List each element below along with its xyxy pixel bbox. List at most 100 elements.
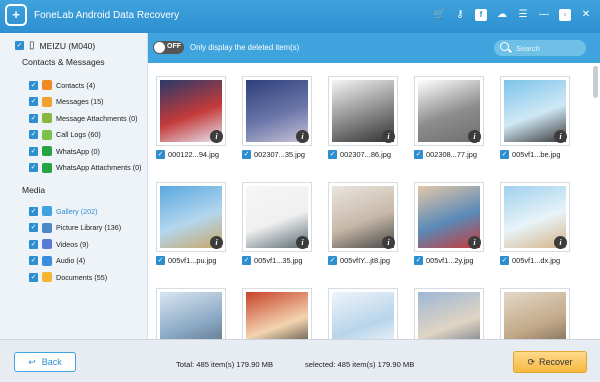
sidebar-item-checkbox[interactable]: ✓ — [29, 146, 38, 156]
file-thumbnail[interactable]: i — [156, 182, 226, 252]
sidebar-item-label: Documents (55) — [56, 272, 108, 282]
file-card[interactable] — [414, 288, 484, 339]
sidebar-item[interactable]: ✓ Audio (4) — [29, 255, 85, 267]
sidebar-item-checkbox[interactable]: ✓ — [29, 272, 38, 282]
restore-icon[interactable]: ▫ — [559, 9, 571, 21]
file-card[interactable]: i ✓ 005vf1...dx.jpg — [500, 182, 570, 265]
minimize-icon[interactable]: — — [538, 9, 550, 21]
file-checkbox[interactable]: ✓ — [500, 256, 509, 265]
sidebar-item[interactable]: ✓ Messages (15) — [29, 96, 104, 108]
toggle-label: OFF — [167, 43, 181, 50]
file-card[interactable]: i ✓ 005vf1...35.jpg — [242, 182, 312, 265]
sidebar-item[interactable]: ✓ Call Logs (60) — [29, 129, 101, 141]
deleted-only-toggle[interactable]: OFF — [153, 41, 184, 54]
file-card[interactable] — [242, 288, 312, 339]
file-checkbox[interactable]: ✓ — [156, 150, 165, 159]
file-thumbnail[interactable]: i — [328, 182, 398, 252]
file-checkbox[interactable]: ✓ — [500, 150, 509, 159]
file-thumbnail[interactable] — [328, 288, 398, 339]
key-icon[interactable]: ⚷ — [454, 9, 466, 21]
chat-icon[interactable]: ☁ — [496, 9, 508, 21]
info-icon[interactable]: i — [554, 130, 567, 143]
sidebar-item[interactable]: ✓ Contacts (4) — [29, 79, 95, 91]
file-thumbnail[interactable]: i — [242, 182, 312, 252]
sidebar-item-checkbox[interactable]: ✓ — [29, 80, 38, 90]
sidebar-item-checkbox[interactable]: ✓ — [29, 163, 38, 172]
file-name: 005vf1...2y.jpg — [426, 256, 474, 265]
file-thumbnail[interactable]: i — [156, 76, 226, 146]
info-icon[interactable]: i — [296, 130, 309, 143]
search-placeholder: Search — [516, 44, 540, 53]
file-card[interactable] — [328, 288, 398, 339]
file-card[interactable]: i ✓ 002307...86.jpg — [328, 76, 398, 159]
sidebar-item[interactable]: ✓ Picture Library (136) — [29, 222, 121, 234]
sidebar-item-checkbox[interactable]: ✓ — [29, 223, 38, 232]
messages-icon — [42, 96, 52, 107]
file-checkbox[interactable]: ✓ — [414, 256, 423, 265]
cart-icon[interactable]: 🛒 — [433, 9, 445, 21]
toggle-knob — [154, 42, 165, 53]
file-thumbnail[interactable] — [500, 288, 570, 339]
file-thumbnail[interactable]: i — [414, 182, 484, 252]
file-thumbnail[interactable]: i — [414, 76, 484, 146]
info-icon[interactable]: i — [210, 130, 223, 143]
info-icon[interactable]: i — [468, 236, 481, 249]
sidebar-item[interactable]: ✓ Videos (9) — [29, 238, 89, 250]
sidebar-item[interactable]: ✓ Documents (55) — [29, 271, 107, 283]
sidebar-item[interactable]: ✓ WhatsApp Attachments (0) — [29, 162, 142, 174]
info-icon[interactable]: i — [382, 236, 395, 249]
sidebar-item[interactable]: ✓ Gallery (202) — [29, 205, 98, 217]
info-icon[interactable]: i — [554, 236, 567, 249]
file-card[interactable]: i ✓ 002307...35.jpg — [242, 76, 312, 159]
facebook-icon[interactable]: f — [475, 9, 487, 21]
file-thumbnail[interactable]: i — [500, 76, 570, 146]
device-row[interactable]: ✓ ▯ MEIZU (M040) — [15, 40, 95, 51]
file-thumbnail[interactable]: i — [242, 76, 312, 146]
file-checkbox[interactable]: ✓ — [328, 256, 337, 265]
file-thumbnail[interactable]: i — [500, 182, 570, 252]
info-icon[interactable]: i — [468, 130, 481, 143]
file-thumbnail[interactable]: i — [328, 76, 398, 146]
sidebar-item-checkbox[interactable]: ✓ — [29, 97, 38, 106]
device-checkbox[interactable]: ✓ — [15, 41, 24, 50]
sidebar-item-label: Message Attachments (0) — [56, 113, 138, 123]
sidebar-item-checkbox[interactable]: ✓ — [29, 130, 38, 139]
sidebar-item[interactable]: ✓ WhatsApp (0) — [29, 145, 100, 157]
sidebar-item[interactable]: ✓ Message Attachments (0) — [29, 112, 138, 124]
file-checkbox[interactable]: ✓ — [242, 150, 251, 159]
file-card[interactable]: i ✓ 005vf1...pu.jpg — [156, 182, 226, 265]
sidebar-item-label: Call Logs (60) — [56, 130, 101, 139]
file-card[interactable]: i ✓ 000122...94.jpg — [156, 76, 226, 159]
file-card[interactable] — [500, 288, 570, 339]
scrollbar[interactable] — [593, 66, 598, 98]
file-checkbox[interactable]: ✓ — [414, 150, 423, 159]
photo-preview — [504, 292, 566, 339]
file-thumbnail[interactable] — [156, 288, 226, 339]
file-card[interactable] — [156, 288, 226, 339]
sidebar-item-checkbox[interactable]: ✓ — [29, 206, 38, 216]
sidebar-item-checkbox[interactable]: ✓ — [29, 239, 38, 249]
file-thumbnail[interactable] — [242, 288, 312, 339]
file-card[interactable]: i ✓ 005vfIY...jt8.jpg — [328, 182, 398, 265]
search-input[interactable]: Search — [494, 40, 586, 56]
sidebar-item-checkbox[interactable]: ✓ — [29, 113, 38, 123]
file-thumbnail[interactable] — [414, 288, 484, 339]
file-card[interactable]: i ✓ 005vf1...2y.jpg — [414, 182, 484, 265]
info-icon[interactable]: i — [296, 236, 309, 249]
recover-label: Recover — [539, 357, 573, 367]
recover-button[interactable]: ⟳ Recover — [513, 351, 587, 373]
file-card[interactable]: i ✓ 002308...77.jpg — [414, 76, 484, 159]
photo-preview — [246, 292, 308, 339]
info-icon[interactable]: i — [382, 130, 395, 143]
close-icon[interactable]: ✕ — [580, 9, 592, 21]
menu-icon[interactable]: ☰ — [517, 9, 529, 21]
sidebar-item-label: Videos (9) — [56, 239, 89, 249]
file-checkbox[interactable]: ✓ — [156, 256, 165, 265]
info-icon[interactable]: i — [210, 236, 223, 249]
file-card[interactable]: i ✓ 005vf1...be.jpg — [500, 76, 570, 159]
file-name: 000122...94.jpg — [168, 150, 219, 159]
back-button[interactable]: ↩ Back — [14, 352, 76, 372]
file-checkbox[interactable]: ✓ — [328, 150, 337, 159]
file-checkbox[interactable]: ✓ — [242, 256, 251, 265]
sidebar-item-checkbox[interactable]: ✓ — [29, 256, 38, 265]
